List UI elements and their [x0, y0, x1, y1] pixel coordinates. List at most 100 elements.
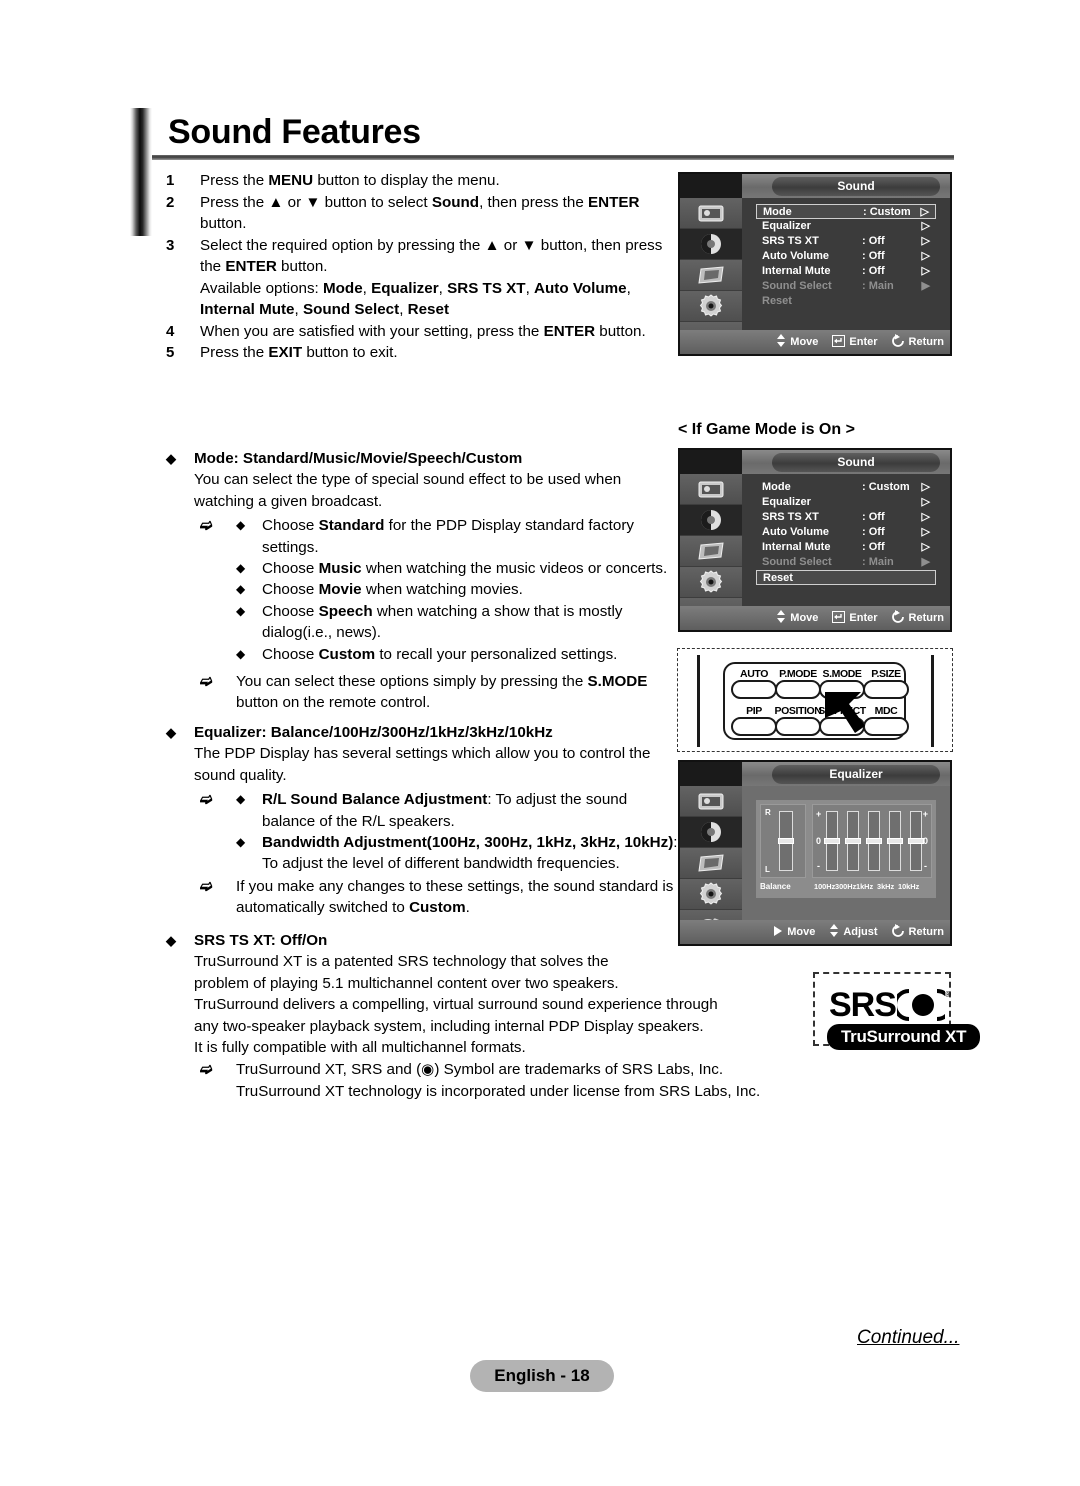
osd-equalizer-title: Equalizer	[772, 765, 940, 784]
remote-label-p-size: P.SIZE	[871, 668, 901, 680]
sidebar-sound-icon[interactable]	[680, 817, 742, 848]
diamond-bullet-icon: ◆	[236, 518, 246, 533]
diamond-bullet-icon: ◆	[166, 933, 176, 948]
menu-row-auto-volume[interactable]: Auto Volume: Off ▷	[756, 525, 936, 540]
arrow-bullet-icon: ➫	[200, 517, 213, 535]
menu-row-value: : Off	[862, 526, 885, 538]
sidebar-sound-icon[interactable]	[680, 229, 742, 260]
step-number: 5	[166, 344, 175, 361]
menu-row-value: : Main	[862, 556, 894, 568]
srs-word: SRS	[829, 986, 897, 1024]
step-text: Press the ▲ or ▼ button to select Sound,…	[200, 193, 640, 233]
hint-return: Return	[891, 334, 944, 350]
srs-body-line: any two-speaker playback system, includi…	[194, 1017, 704, 1035]
choice-text: Choose Standard for the PDP Display stan…	[262, 517, 634, 556]
step-text: Press the MENU button to display the men…	[200, 172, 500, 189]
remote-button-position[interactable]	[775, 717, 821, 736]
srs-note-line: TruSurround XT, SRS and (◉) Symbol are t…	[236, 1061, 724, 1079]
band-slider-300hz[interactable]	[845, 811, 861, 871]
equalizer-graphic: R L Balance + 0 - + 0 - 100Hz 300Hz 1kHz 3k…	[756, 800, 936, 898]
band-slider-10khz[interactable]	[908, 811, 924, 871]
remote-button-pip[interactable]	[731, 717, 777, 736]
hint-return: Return	[891, 610, 944, 626]
sidebar-screen-icon[interactable]	[680, 536, 742, 567]
band-slider-knob[interactable]	[845, 838, 861, 844]
chevron-right-icon: ▷	[921, 541, 930, 553]
osd-game-rows: Mode: Custom ▷ Equalizer ▷ SRS TS XT: Off ▷ Au…	[742, 474, 950, 606]
osd-sound-footer: Move Enter Return	[680, 330, 950, 354]
sidebar-screen-icon[interactable]	[680, 260, 742, 291]
chevron-right-icon: ▷	[921, 250, 930, 262]
hint-label: Return	[908, 336, 944, 348]
menu-row-mode[interactable]: Mode: Custom ▷	[756, 204, 936, 219]
menu-row-internal-mute[interactable]: Internal Mute: Off ▷	[756, 540, 936, 555]
continued-label: Continued...	[857, 1327, 960, 1348]
registered-mark: ®	[944, 990, 951, 999]
srs-circle-icon	[896, 989, 945, 1021]
menu-row-value: : Off	[862, 235, 885, 247]
band-slider-1khz[interactable]	[866, 811, 882, 871]
feature-mode-body: You can select the type of special sound…	[194, 471, 622, 510]
menu-row-mode[interactable]: Mode: Custom ▷	[756, 480, 936, 495]
sidebar-setup-icon[interactable]	[680, 567, 742, 598]
menu-row-value: : Off	[862, 265, 885, 277]
sidebar-picture-icon[interactable]	[680, 198, 742, 229]
srs-body-line: It is fully compatible with all multicha…	[194, 1039, 526, 1057]
arrow-bullet-icon: ➫	[200, 877, 213, 895]
sidebar-screen-icon[interactable]	[680, 848, 742, 879]
band-slider-knob[interactable]	[824, 838, 840, 844]
menu-row-reset[interactable]: Reset	[756, 570, 936, 585]
hint-label: Move	[790, 336, 819, 348]
osd-equalizer-body: R L Balance + 0 - + 0 - 100Hz 300Hz 1kHz 3k…	[742, 786, 950, 920]
arrow-bullet-icon: ➫	[200, 791, 213, 809]
menu-row-sound-select[interactable]: Sound Select: Main ▶	[756, 555, 936, 570]
bands-panel: + 0 - + 0 -	[812, 804, 932, 878]
band-slider-3khz[interactable]	[887, 811, 903, 871]
return-arrow-icon	[891, 610, 905, 626]
hint-enter: Enter	[832, 334, 878, 350]
sidebar-setup-icon[interactable]	[680, 291, 742, 322]
remote-button-p-mode[interactable]	[775, 680, 821, 699]
menu-row-equalizer[interactable]: Equalizer ▷	[756, 219, 936, 234]
band-slider-knob[interactable]	[887, 838, 903, 844]
balance-slider-knob[interactable]	[778, 838, 794, 844]
hint-label: Adjust	[843, 926, 878, 938]
menu-row-internal-mute[interactable]: Internal Mute: Off ▷	[756, 264, 936, 279]
chevron-right-icon: ▷	[921, 235, 930, 247]
step-item: 4 When you are satisfied with your settin…	[166, 321, 676, 343]
band-slider-100hz[interactable]	[824, 811, 840, 871]
osd-game-footer: Move Enter Return	[680, 606, 950, 630]
menu-row-equalizer[interactable]: Equalizer ▷	[756, 495, 936, 510]
menu-row-reset[interactable]: Reset	[756, 294, 936, 309]
band-label-100hz: 100Hz	[814, 882, 836, 891]
sidebar-picture-icon[interactable]	[680, 786, 742, 817]
osd-corner	[680, 450, 742, 474]
balance-slider-track[interactable]	[778, 811, 794, 871]
menu-row-srs-ts-xt[interactable]: SRS TS XT: Off ▷	[756, 234, 936, 249]
diamond-bullet-icon: ◆	[236, 561, 246, 576]
return-arrow-icon	[891, 334, 905, 350]
game-mode-caption: < If Game Mode is On >	[678, 421, 855, 438]
band-slider-knob[interactable]	[908, 838, 924, 844]
osd-equalizer-titlebar: Equalizer	[680, 762, 950, 786]
sidebar-sound-icon[interactable]	[680, 505, 742, 536]
srs-pill-label: TruSurround XT	[827, 1024, 981, 1050]
band-slider-knob[interactable]	[866, 838, 882, 844]
sidebar-picture-icon[interactable]	[680, 474, 742, 505]
menu-row-sound-select[interactable]: Sound Select: Main ▶	[756, 279, 936, 294]
osd-sound-menu[interactable]: Sound Mode: Custom ▷ Equalizer ▷ SRS TS XT: …	[678, 172, 952, 356]
sidebar-setup-icon[interactable]	[680, 879, 742, 910]
step-number: 4	[166, 322, 175, 340]
srs-note-line: TruSurround XT technology is incorporate…	[236, 1082, 761, 1100]
list-item: ◆ Choose Speech when watching a show that…	[236, 601, 682, 644]
menu-row-label: Equalizer	[762, 496, 811, 508]
hint-label: Move	[787, 926, 816, 938]
menu-row-srs-ts-xt[interactable]: SRS TS XT: Off ▷	[756, 510, 936, 525]
menu-row-label: Auto Volume	[762, 526, 830, 538]
menu-row-auto-volume[interactable]: Auto Volume: Off ▷	[756, 249, 936, 264]
step-item: 5 Press the EXIT button to exit.	[166, 342, 676, 364]
osd-equalizer-menu[interactable]: Equalizer R L Balance + 0 - + 0 - 100Hz …	[678, 760, 952, 946]
remote-button-auto[interactable]	[731, 680, 777, 699]
feature-srs-note-text: TruSurround XT, SRS and (◉) Symbol are t…	[236, 1059, 866, 1102]
osd-game-menu[interactable]: Sound Mode: Custom ▷ Equalizer ▷ SRS TS XT: …	[678, 448, 952, 632]
